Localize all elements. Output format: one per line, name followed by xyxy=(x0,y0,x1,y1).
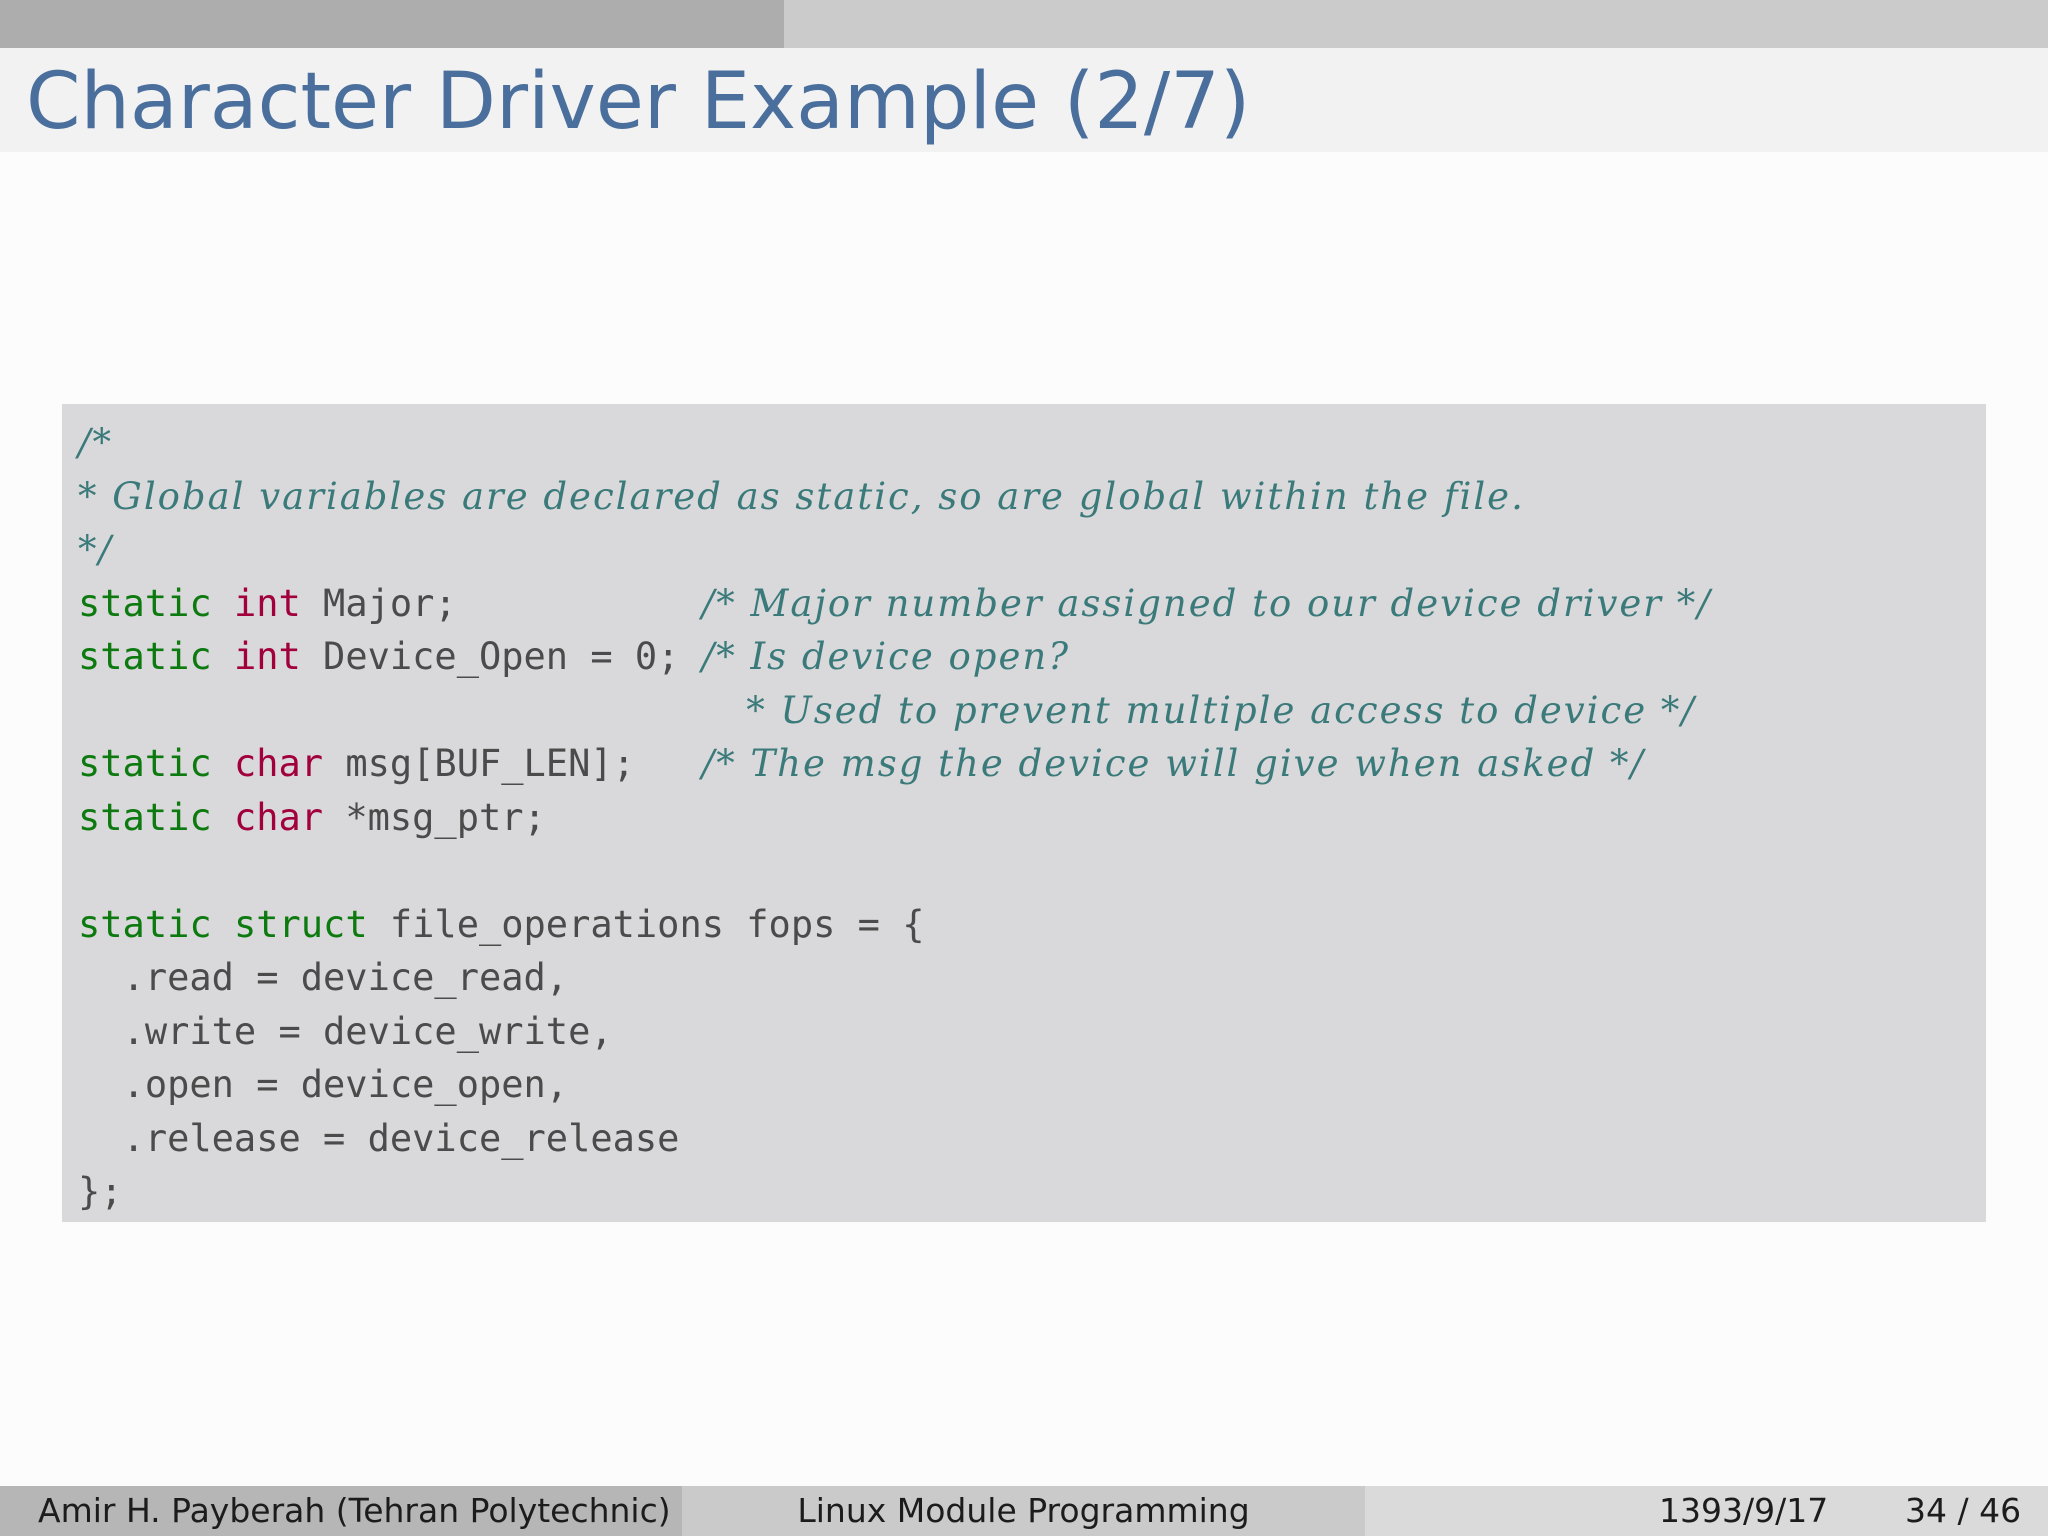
footer-page-number: 34 / 46 xyxy=(1905,1491,2022,1530)
code-keyword: int xyxy=(233,581,301,625)
code-comment: /* Major number assigned to our device d… xyxy=(701,581,1712,625)
code-text: *msg_ptr; xyxy=(323,795,546,839)
footer: Amir H. Payberah (Tehran Polytechnic) Li… xyxy=(0,1486,2048,1536)
code-keyword: char xyxy=(233,795,324,839)
code-line: * Used to prevent multiple access to dev… xyxy=(78,684,1696,738)
code-line: static char msg[BUF_LEN]; /* The msg the… xyxy=(78,737,1645,791)
code-line: .read = device_read, xyxy=(78,951,569,1005)
code-line: }; xyxy=(78,1165,123,1219)
code-line: .write = device_write, xyxy=(78,1005,613,1059)
code-keyword: static xyxy=(78,581,212,625)
code-block: /* * Global variables are declared as sta… xyxy=(62,404,1986,1222)
code-keyword: struct xyxy=(233,902,368,946)
code-line: .open = device_open, xyxy=(78,1058,569,1112)
code-keyword: static xyxy=(78,902,212,946)
code-comment: */ xyxy=(78,528,113,571)
code-text: file_operations fops = { xyxy=(367,902,925,946)
code-text: .read = device_read, xyxy=(78,956,569,999)
code-line: */ xyxy=(78,523,113,577)
code-line: static char *msg_ptr; xyxy=(78,791,546,845)
code-keyword: char xyxy=(233,742,324,785)
footer-date-section: 1393/9/17 34 / 46 xyxy=(1365,1486,2048,1536)
progress-fill xyxy=(0,0,785,48)
code-line: static struct file_operations fops = { xyxy=(78,898,925,952)
code-comment: /* The msg the device will give when ask… xyxy=(701,742,1645,785)
code-line: .release = device_release xyxy=(78,1112,680,1166)
code-text: Major; xyxy=(300,581,702,625)
code-comment: * Used to prevent multiple access to dev… xyxy=(746,688,1696,732)
code-line: static int Device_Open = 0; /* Is device… xyxy=(78,630,1070,684)
code-comment: /* Is device open? xyxy=(701,635,1071,678)
footer-author-section: Amir H. Payberah (Tehran Polytechnic) xyxy=(0,1486,682,1536)
footer-date: 1393/9/17 xyxy=(1659,1491,1829,1530)
code-keyword: static xyxy=(78,742,212,785)
code-keyword: int xyxy=(233,635,301,678)
code-line: /* xyxy=(78,416,113,470)
code-text: .open = device_open, xyxy=(78,1063,569,1106)
code-text: msg[BUF_LEN]; xyxy=(323,742,702,785)
code-keyword: static xyxy=(78,635,212,678)
code-keyword: static xyxy=(78,795,212,839)
code-comment: * Global variables are declared as stati… xyxy=(78,474,1525,518)
code-comment: /* xyxy=(78,421,113,464)
progress-bar xyxy=(0,0,2048,48)
code-line: static int Major; /* Major number assign… xyxy=(78,577,1712,631)
slide-title: Character Driver Example (2/7) xyxy=(26,57,1251,147)
code-text: .write = device_write, xyxy=(78,1009,613,1053)
code-line: * Global variables are declared as stati… xyxy=(78,470,1525,524)
footer-title-section: Linux Module Programming xyxy=(682,1486,1365,1536)
slide: Character Driver Example (2/7) /* * Globa… xyxy=(0,0,2048,1536)
code-text: Device_Open = 0; xyxy=(300,635,702,678)
footer-title: Linux Module Programming xyxy=(797,1491,1250,1530)
footer-author: Amir H. Payberah (Tehran Polytechnic) xyxy=(38,1491,671,1530)
code-text: }; xyxy=(78,1170,123,1213)
code-text: .release = device_release xyxy=(78,1116,680,1160)
